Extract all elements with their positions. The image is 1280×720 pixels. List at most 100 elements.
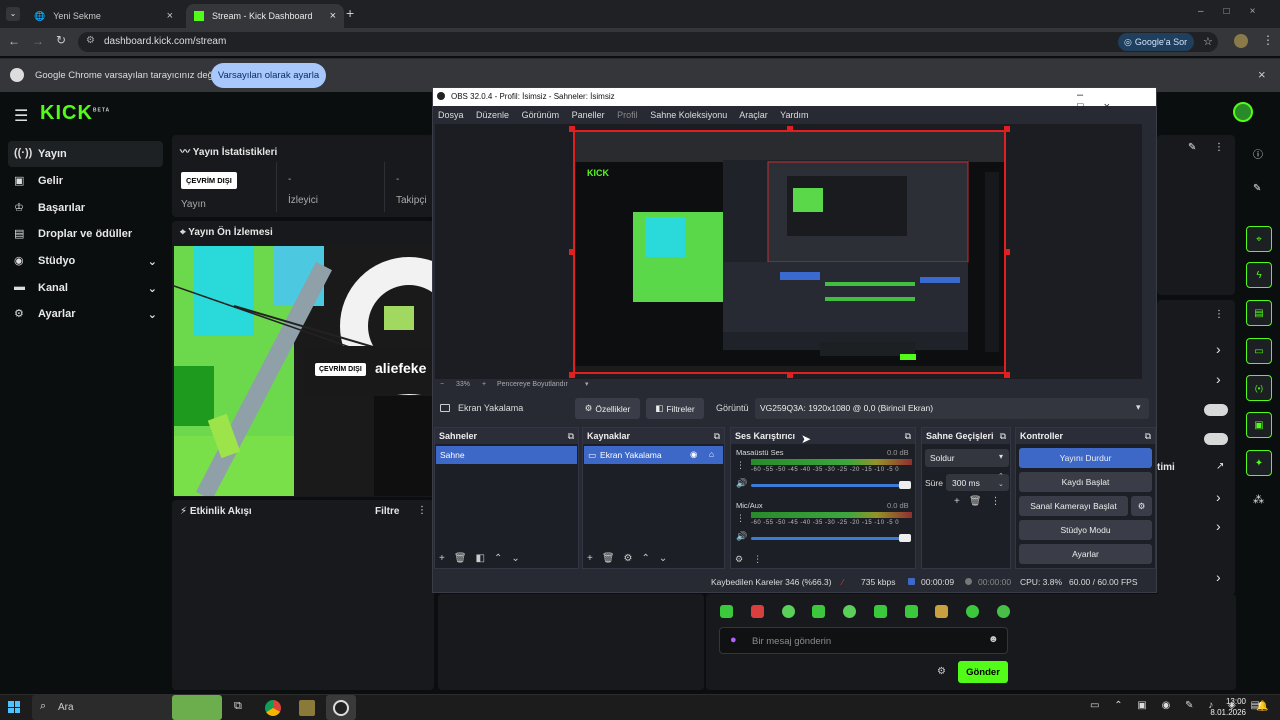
volume-slider[interactable] — [751, 537, 907, 540]
rail-button-capture[interactable]: ⌖ — [1246, 226, 1272, 252]
menu-araclar[interactable]: Araçlar — [739, 110, 768, 120]
set-default-button[interactable]: Varsayılan olarak ayarla — [211, 63, 326, 88]
filters-button[interactable]: ◧ Filtreler — [646, 398, 704, 419]
rail-button-broadcast[interactable]: (•) — [1246, 375, 1272, 401]
obs-taskbar-button[interactable] — [326, 695, 356, 720]
emote-icon[interactable] — [935, 605, 949, 618]
virtual-camera-settings-button[interactable]: ⚙ — [1131, 496, 1152, 516]
site-info-icon[interactable]: ⚙ — [86, 35, 95, 46]
kebab-icon[interactable]: ⋮ — [1214, 309, 1224, 320]
dock-float-icon[interactable]: ⧉ — [714, 431, 720, 442]
taskbar-search[interactable]: ⌕ Ara — [32, 695, 222, 720]
pencil-icon[interactable]: ✎ — [1188, 142, 1196, 153]
omnibox[interactable]: ⚙ dashboard.kick.com/stream — [78, 32, 1218, 52]
dock-float-icon[interactable]: ⧉ — [905, 431, 911, 442]
properties-button[interactable]: ⚙ Özellikler — [575, 398, 640, 419]
google-ask-button[interactable]: ◎ Google'a Sor — [1118, 33, 1194, 51]
filter-button[interactable]: Filtre — [375, 506, 399, 517]
toggle-switch[interactable] — [1204, 404, 1228, 416]
nav-yayin[interactable]: ((·)) Yayın — [8, 141, 163, 167]
chevron-right-icon[interactable]: › — [1216, 569, 1221, 585]
source-item[interactable]: ▭ Ekran Yakalama ◉ ⌂ — [584, 446, 723, 464]
nav-kanal[interactable]: ▬ Kanal ⌄ — [8, 275, 163, 301]
menu-dosya[interactable]: Dosya — [438, 110, 464, 120]
kebab-icon[interactable]: ⋮ — [417, 505, 427, 516]
start-virtual-camera-button[interactable]: Sanal Kamerayı Başlat — [1019, 496, 1128, 516]
microphone-icon[interactable]: ● — [730, 634, 737, 646]
emote-icon[interactable] — [750, 605, 764, 618]
zoom-out-button[interactable]: − — [440, 381, 444, 388]
emote-icon[interactable] — [904, 605, 918, 618]
chat-settings-icon[interactable]: ⚙ — [937, 666, 946, 677]
zoom-in-button[interactable]: + — [482, 381, 486, 388]
menu-paneller[interactable]: Paneller — [572, 110, 605, 120]
dock-float-icon[interactable]: ⧉ — [1000, 431, 1006, 442]
emote-icon[interactable] — [996, 605, 1010, 618]
obs-window-controls[interactable]: –□× — [1077, 89, 1156, 113]
star-icon[interactable]: ☆ — [1203, 35, 1213, 48]
app-taskbar-icon[interactable] — [299, 700, 315, 716]
profile-avatar[interactable] — [1234, 34, 1248, 48]
menu-gorunum[interactable]: Görünüm — [522, 110, 560, 120]
fit-to-window-label[interactable]: Pencereye Boyutlandır — [497, 381, 568, 388]
screen-capture-preview[interactable]: KICK — [573, 130, 1006, 374]
emote-icon[interactable] — [812, 605, 826, 618]
nav-ayarlar[interactable]: ⚙ Ayarlar ⌄ — [8, 301, 163, 327]
dock-float-icon[interactable]: ⧉ — [1145, 431, 1151, 442]
info-icon[interactable]: ⓘ — [1253, 146, 1263, 161]
chevron-right-icon[interactable]: › — [1216, 341, 1221, 357]
toggle-switch[interactable] — [1204, 433, 1228, 445]
dock-float-icon[interactable]: ⧉ — [568, 431, 574, 442]
nav-gelir[interactable]: ▣ Gelir — [8, 168, 163, 194]
send-button[interactable]: Gönder — [958, 661, 1008, 683]
rail-button-doc[interactable]: ▤ — [1246, 300, 1272, 326]
emoji-icon[interactable]: ☻ — [988, 634, 999, 645]
spin-arrows-icon[interactable]: ⌃ ⌄ — [998, 473, 1004, 489]
task-view-icon[interactable]: ⧉ — [234, 700, 242, 713]
speaker-icon[interactable]: 🔊 — [736, 531, 747, 542]
close-icon[interactable]: × — [167, 10, 173, 22]
notification-icon[interactable]: 🔔 — [1256, 701, 1268, 712]
chevron-right-icon[interactable]: › — [1216, 518, 1221, 534]
rail-button-tools[interactable]: ✦ — [1246, 450, 1272, 476]
emote-icon[interactable] — [873, 605, 887, 618]
volume-slider-thumb[interactable] — [899, 534, 911, 542]
volume-slider[interactable] — [751, 484, 907, 487]
mixer-toolbar[interactable]: ⚙⋮ — [735, 554, 772, 565]
forward-icon[interactable]: → — [32, 34, 44, 48]
emote-icon[interactable] — [720, 605, 733, 618]
emote-icon[interactable] — [966, 605, 980, 618]
chevron-right-icon[interactable]: › — [1216, 371, 1221, 387]
transition-toolbar[interactable]: +🗑⋮ — [954, 496, 1010, 507]
close-icon[interactable]: × — [330, 10, 336, 22]
chevron-down-icon[interactable]: ▾ — [585, 380, 589, 388]
kebab-icon[interactable]: ⋮ — [1214, 142, 1224, 153]
studio-mode-button[interactable]: Stüdyo Modu — [1019, 520, 1152, 540]
menu-duzenle[interactable]: Düzenle — [476, 110, 509, 120]
chevron-right-icon[interactable]: › — [1216, 489, 1221, 505]
close-infobar-icon[interactable]: × — [1258, 67, 1266, 82]
hamburger-icon[interactable]: ☰ — [14, 106, 28, 126]
rail-button-bolt[interactable]: ϟ — [1246, 262, 1272, 288]
display-select[interactable]: VG259Q3A: 1920x1080 @ 0,0 (Birincil Ekra… — [755, 398, 1149, 419]
chrome-taskbar-icon[interactable] — [265, 700, 281, 716]
external-link-icon[interactable]: ↗ — [1216, 461, 1224, 472]
kebab-icon[interactable]: ⋮ — [736, 513, 745, 524]
edit-icon[interactable]: ✎ — [1253, 183, 1261, 194]
duration-spinbox[interactable]: 300 ms ⌃ ⌄ — [946, 473, 1009, 491]
kebab-icon[interactable]: ⋮ — [736, 460, 745, 471]
window-controls[interactable]: –□× — [1198, 6, 1275, 17]
menu-sahne-koleksiyonu[interactable]: Sahne Koleksiyonu — [650, 110, 727, 120]
scene-toolbar[interactable]: +🗑◧⌃⌄ — [439, 553, 529, 564]
nav-studyo[interactable]: ◉ Stüdyo ⌄ — [8, 248, 163, 274]
menu-profil[interactable]: Profil — [617, 110, 638, 120]
settings-button[interactable]: Ayarlar — [1019, 544, 1152, 564]
transition-select[interactable]: Soldur ▾ — [925, 449, 1009, 467]
menu-kebab-icon[interactable]: ⋮ — [1262, 33, 1274, 47]
reload-icon[interactable]: ↻ — [56, 33, 66, 47]
stop-streaming-button[interactable]: Yayını Durdur — [1019, 448, 1152, 468]
rail-button-store[interactable]: ▣ — [1246, 412, 1272, 438]
chat-input[interactable]: ● Bir mesaj gönderin ☻ — [719, 627, 1008, 654]
scene-item[interactable]: Sahne — [436, 446, 577, 464]
emote-icon[interactable] — [843, 605, 857, 618]
